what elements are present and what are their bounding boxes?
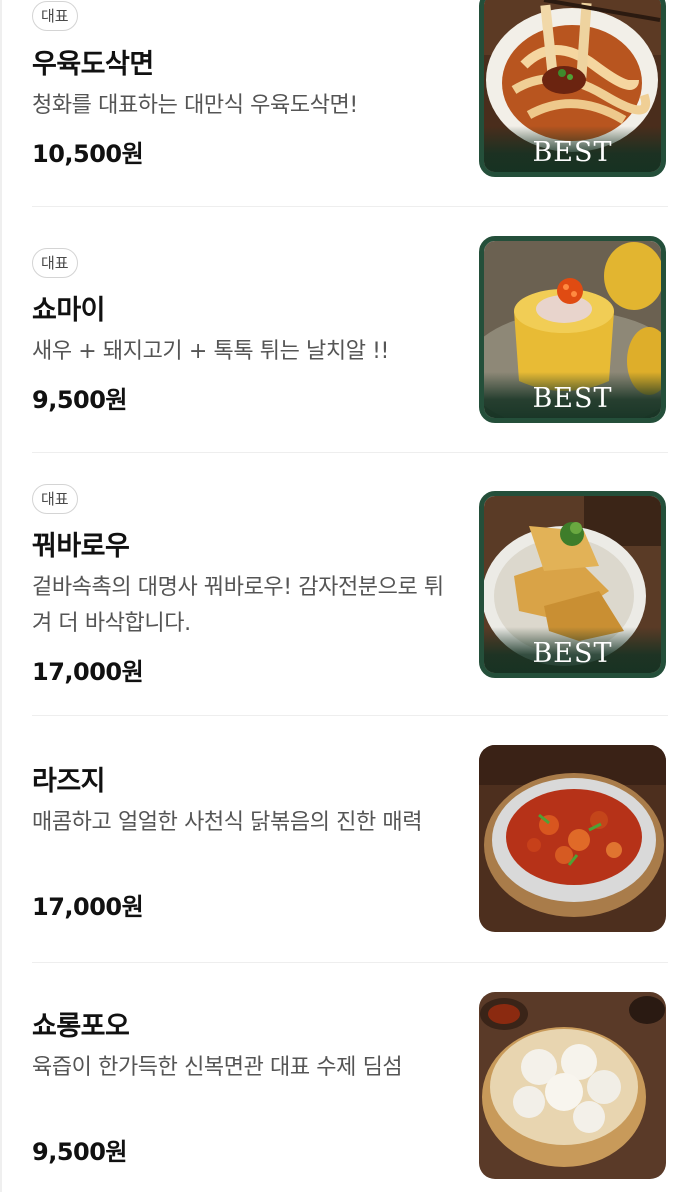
left-edge-rule — [0, 0, 2, 1192]
menu-item-guobaorou[interactable]: 대표 꿔바로우 겉바속촉의 대명사 꿔바로우! 감자전분으로 튀겨 더 바삭합니… — [32, 484, 666, 714]
menu-item-description: 매콤하고 얼얼한 사천식 닭볶음의 진한 매력 — [32, 810, 423, 835]
menu-item-photo[interactable]: BEST — [479, 236, 666, 423]
menu-item-photo[interactable]: BEST — [479, 0, 666, 177]
menu-item-name: 쇼롱포오 — [32, 1011, 130, 1042]
menu-item-description: 겉바속촉의 대명사 꿔바로우! 감자전분으로 튀겨 더 바삭합니다. — [32, 575, 444, 636]
menu-item-laziji[interactable]: 라즈지 매콤하고 얼얼한 사천식 닭볶음의 진한 매력 17,000원 — [32, 745, 666, 960]
menu-item-shumai[interactable]: 대표 쇼마이 새우 + 돼지고기 + 톡톡 튀는 날치알 !! 9,500원 B… — [32, 236, 666, 451]
signature-badge: 대표 — [32, 484, 78, 514]
menu-item-description: 육즙이 한가득한 신복면관 대표 수제 딤섬 — [32, 1055, 403, 1080]
menu-item-name: 우육도삭면 — [32, 49, 154, 80]
menu-item-price: 10,500원 — [32, 140, 144, 168]
menu-item-description: 새우 + 돼지고기 + 톡톡 튀는 날치알 !! — [32, 339, 389, 364]
best-label: BEST — [484, 126, 661, 172]
menu-item-price: 9,500원 — [32, 386, 128, 414]
menu-item-description: 청화를 대표하는 대만식 우육도삭면! — [32, 93, 358, 118]
menu-item-name: 쇼마이 — [32, 295, 106, 326]
menu-item-name: 꿔바로우 — [32, 531, 130, 562]
menu-item-price: 17,000원 — [32, 893, 144, 921]
menu-item-photo[interactable] — [479, 745, 666, 932]
item-divider — [32, 452, 668, 453]
menu-item-price: 17,000원 — [32, 658, 144, 686]
menu-item-xiaolongbao[interactable]: 쇼롱포오 육즙이 한가득한 신복면관 대표 수제 딤섬 9,500원 — [32, 992, 666, 1192]
menu-item-photo[interactable]: BEST — [479, 491, 666, 678]
item-divider — [32, 715, 668, 716]
menu-item-beef-noodle[interactable]: 대표 우육도삭면 청화를 대표하는 대만식 우육도삭면! 10,500원 BES… — [32, 0, 666, 205]
best-label: BEST — [484, 372, 661, 418]
signature-badge: 대표 — [32, 1, 78, 31]
item-divider — [32, 206, 668, 207]
laziji-photo — [479, 745, 666, 932]
best-label: BEST — [484, 627, 661, 673]
menu-item-price: 9,500원 — [32, 1138, 128, 1166]
item-divider — [32, 962, 668, 963]
menu-item-name: 라즈지 — [32, 766, 106, 797]
menu-item-photo[interactable] — [479, 992, 666, 1179]
xiaolongbao-photo — [479, 992, 666, 1179]
signature-badge: 대표 — [32, 248, 78, 278]
